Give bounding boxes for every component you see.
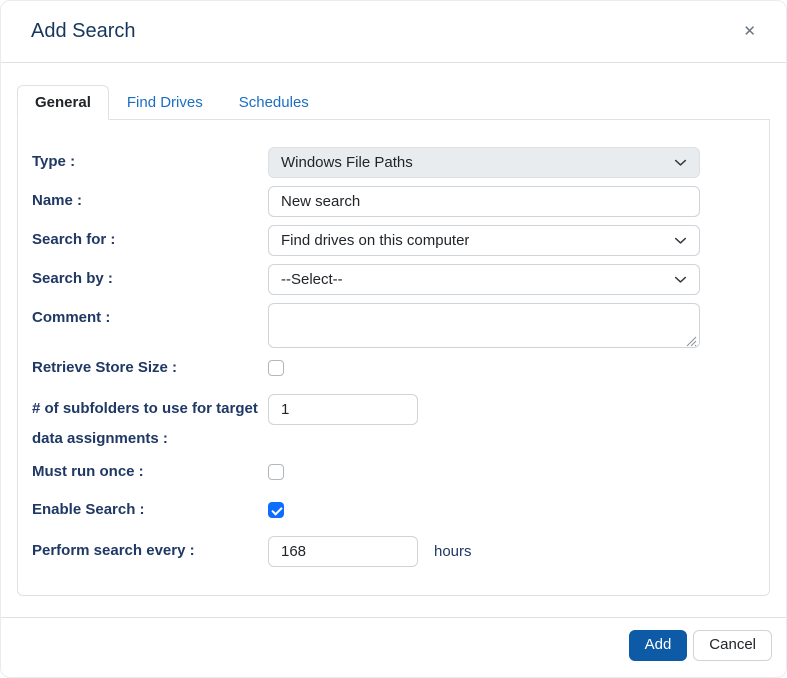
form-row-search-by: Search by : --Select--	[32, 264, 755, 295]
comment-label: Comment :	[32, 303, 268, 328]
chevron-down-icon	[674, 156, 687, 169]
comment-textarea[interactable]	[268, 303, 700, 348]
search-for-label: Search for :	[32, 230, 268, 250]
search-for-select[interactable]: Find drives on this computer	[268, 225, 700, 256]
form-row-enable-search: Enable Search :	[32, 498, 755, 522]
search-by-select[interactable]: --Select--	[268, 264, 700, 295]
retrieve-store-size-label: Retrieve Store Size :	[32, 358, 268, 378]
tab-bar: General Find Drives Schedules	[17, 85, 770, 120]
name-label: Name :	[32, 191, 268, 211]
tab-content-general: Type : Windows File Paths Name : Search …	[17, 120, 770, 596]
modal-body: General Find Drives Schedules Type : Win…	[1, 63, 786, 617]
perform-every-label: Perform search every :	[32, 541, 268, 561]
chevron-down-icon	[674, 273, 687, 286]
form-row-type: Type : Windows File Paths	[32, 147, 755, 178]
enable-search-checkbox[interactable]	[268, 502, 284, 518]
comment-textarea-wrap	[268, 303, 700, 348]
subfolders-label: # of subfolders to use for target data a…	[32, 394, 268, 454]
form-row-name: Name :	[32, 186, 755, 217]
add-button[interactable]: Add	[629, 630, 688, 661]
modal-footer: Add Cancel	[1, 617, 786, 677]
must-run-once-checkbox[interactable]	[268, 464, 284, 480]
add-search-modal: Add Search ✕ General Find Drives Schedul…	[0, 0, 787, 678]
type-label: Type :	[32, 152, 268, 172]
hours-suffix-label: hours	[434, 543, 472, 560]
tab-schedules[interactable]: Schedules	[221, 85, 327, 120]
form-row-comment: Comment :	[32, 303, 755, 348]
name-input[interactable]	[268, 186, 700, 217]
subfolders-input[interactable]	[268, 394, 418, 425]
tab-general[interactable]: General	[17, 85, 109, 120]
cancel-button[interactable]: Cancel	[693, 630, 772, 661]
enable-search-label: Enable Search :	[32, 500, 268, 520]
chevron-down-icon	[674, 234, 687, 247]
modal-title: Add Search	[31, 20, 136, 43]
perform-every-input[interactable]	[268, 536, 418, 567]
form-row-subfolders: # of subfolders to use for target data a…	[32, 394, 755, 454]
form-row-must-run-once: Must run once :	[32, 460, 755, 484]
form-row-perform-every: Perform search every : hours	[32, 536, 755, 567]
type-select-value: Windows File Paths	[281, 154, 413, 171]
must-run-once-label: Must run once :	[32, 462, 268, 482]
search-by-label: Search by :	[32, 269, 268, 289]
type-select[interactable]: Windows File Paths	[268, 147, 700, 178]
search-by-select-value: --Select--	[281, 271, 343, 288]
search-for-select-value: Find drives on this computer	[281, 232, 469, 249]
tab-find-drives[interactable]: Find Drives	[109, 85, 221, 120]
form-row-retrieve-store-size: Retrieve Store Size :	[32, 356, 755, 380]
close-icon[interactable]: ✕	[739, 20, 760, 43]
modal-header: Add Search ✕	[1, 1, 786, 63]
retrieve-store-size-checkbox[interactable]	[268, 360, 284, 376]
form-row-search-for: Search for : Find drives on this compute…	[32, 225, 755, 256]
